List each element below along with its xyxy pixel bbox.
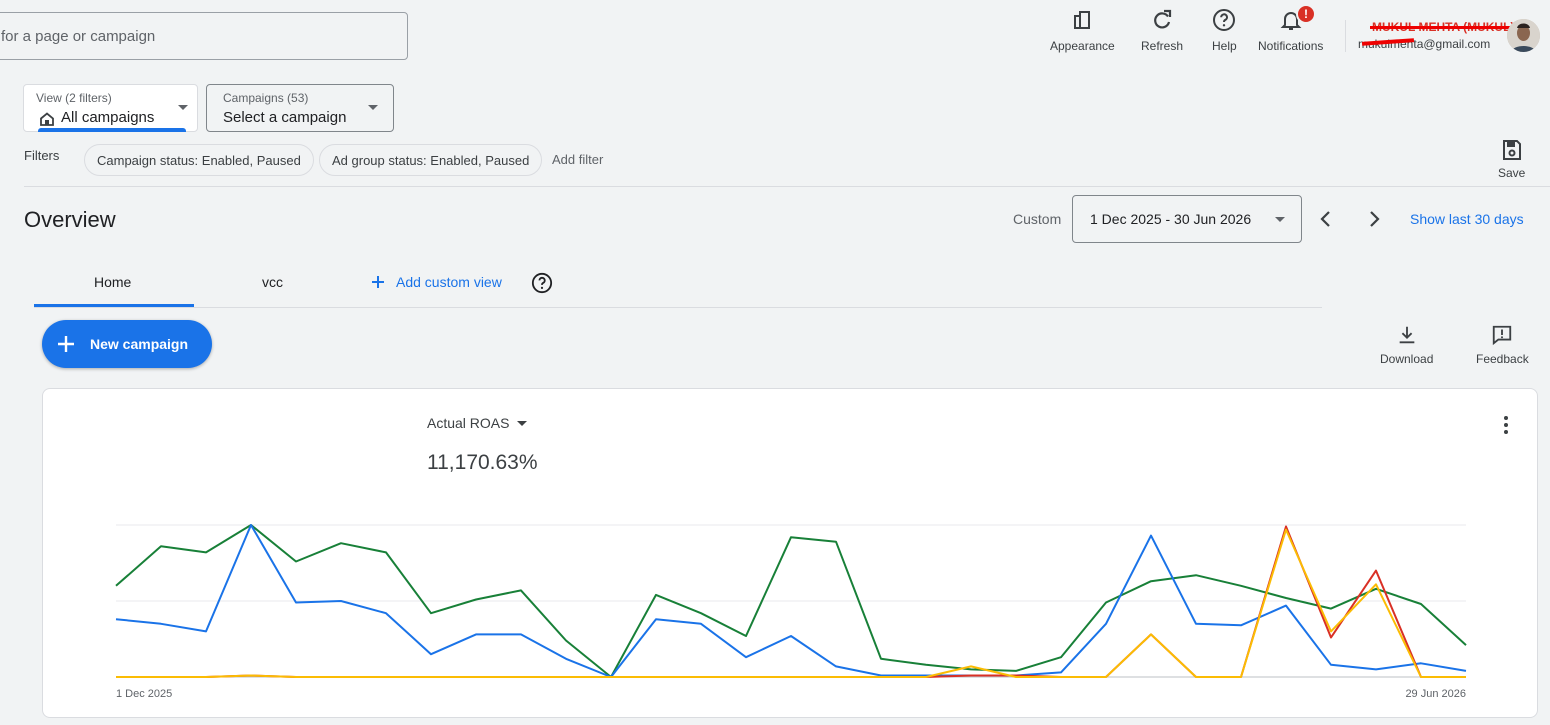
- filters-label: Filters: [24, 148, 60, 163]
- refresh-button[interactable]: Refresh: [1141, 8, 1183, 53]
- appearance-button[interactable]: Appearance: [1050, 8, 1115, 53]
- chevron-down-icon[interactable]: [517, 420, 528, 426]
- help-label: Help: [1212, 39, 1237, 53]
- view-picker[interactable]: View (2 filters) All campaigns: [23, 84, 198, 132]
- avatar[interactable]: [1507, 19, 1540, 52]
- new-campaign-label: New campaign: [90, 336, 189, 352]
- metric-label: Conv. value: [243, 415, 316, 431]
- metric-conv-value[interactable]: Conv. value 5.2m: [227, 389, 411, 506]
- metric-cost[interactable]: Cost RM46.6k: [595, 389, 779, 506]
- plus-icon: [372, 276, 384, 288]
- view-picker-underline: [38, 128, 186, 132]
- download-button[interactable]: Download: [1380, 324, 1433, 366]
- tab-vcc[interactable]: vcc: [262, 274, 283, 290]
- filter-chip-campaign-status[interactable]: Campaign status: Enabled, Paused: [84, 144, 314, 176]
- refresh-icon: [1154, 9, 1172, 29]
- help-icon: [1213, 9, 1236, 31]
- metric-label: Actual ROAS: [427, 415, 510, 431]
- new-campaign-button[interactable]: New campaign: [42, 320, 212, 368]
- page-title: Overview: [24, 207, 116, 232]
- notifications-button[interactable]: Notifications !: [1258, 4, 1324, 53]
- refresh-label: Refresh: [1141, 39, 1184, 53]
- date-range-type-label: Custom: [1013, 211, 1062, 227]
- chevron-down-icon: [178, 105, 188, 110]
- avatar-image: [1507, 19, 1540, 52]
- plus-icon: [58, 336, 74, 352]
- save-icon: [1502, 140, 1521, 160]
- help-button[interactable]: Help: [1212, 8, 1237, 53]
- view-picker-value: All campaigns: [61, 109, 155, 126]
- save-button[interactable]: Save: [1498, 138, 1525, 180]
- download-icon: [1399, 326, 1415, 344]
- appearance-label: Appearance: [1050, 39, 1115, 53]
- filter-chip-ad-group-status[interactable]: Ad group status: Enabled, Paused: [319, 144, 543, 176]
- tabs-divider: [34, 307, 1322, 308]
- line-chart: 1 Dec 2025 29 Jun 2026: [115, 524, 1467, 700]
- feedback-icon: [1493, 325, 1512, 346]
- chevron-down-icon: [1275, 217, 1285, 222]
- date-range-picker[interactable]: 1 Dec 2025 - 30 Jun 2026: [1072, 195, 1302, 243]
- metric-value: 11,170.63%: [427, 451, 538, 474]
- search-input[interactable]: for a page or campaign: [0, 12, 408, 60]
- x-axis-start-label: 1 Dec 2025: [116, 688, 172, 700]
- campaigns-picker-label: Campaigns (53): [223, 91, 309, 105]
- more-vert-icon[interactable]: [1503, 415, 1509, 435]
- date-range-value: 1 Dec 2025 - 30 Jun 2026: [1090, 211, 1252, 227]
- metric-label: Cost: [611, 415, 640, 431]
- filters-divider: [24, 186, 1550, 187]
- x-axis-end-label: 29 Jun 2026: [1405, 688, 1466, 700]
- metric-actual-roas[interactable]: Actual ROAS 11,170.63%: [411, 389, 595, 506]
- search-placeholder: for a page or campaign: [1, 28, 156, 45]
- tab-home[interactable]: Home: [94, 274, 131, 290]
- notification-badge: !: [1296, 4, 1316, 24]
- metric-clicks[interactable]: Clicks 131k: [43, 389, 227, 506]
- next-period-icon[interactable]: [1362, 207, 1386, 231]
- previous-period-icon[interactable]: [1314, 207, 1338, 231]
- add-custom-view-label: Add custom view: [396, 274, 502, 290]
- notifications-label: Notifications: [1258, 39, 1324, 53]
- appearance-icon: [1074, 11, 1091, 29]
- metric-value: 131k: [59, 445, 125, 478]
- chevron-down-icon[interactable]: [104, 420, 115, 426]
- add-custom-view-button[interactable]: Add custom view: [370, 274, 502, 290]
- show-last-30-days-link[interactable]: Show last 30 days: [1410, 211, 1524, 227]
- top-divider: [1345, 20, 1346, 52]
- metric-label: Clicks: [59, 415, 97, 431]
- help-circle-icon[interactable]: [531, 272, 553, 294]
- home-icon: [40, 112, 54, 126]
- campaigns-picker-value: Select a campaign: [223, 109, 347, 126]
- performance-chart-card: Clicks 131k Conv. value 5.2m Actual ROAS…: [42, 388, 1538, 718]
- chevron-down-icon: [368, 105, 378, 110]
- feedback-label: Feedback: [1476, 352, 1529, 366]
- campaigns-picker[interactable]: Campaigns (53) Select a campaign: [206, 84, 394, 132]
- view-picker-label: View (2 filters): [36, 91, 112, 105]
- add-filter-button[interactable]: Add filter: [552, 152, 603, 167]
- download-label: Download: [1380, 352, 1434, 366]
- account-name: MUKUL MEHTA (MUKUL): [1369, 20, 1517, 34]
- feedback-button[interactable]: Feedback: [1476, 324, 1529, 366]
- save-label: Save: [1498, 166, 1526, 180]
- metric-value: RM46.6k: [611, 445, 732, 478]
- chevron-down-icon[interactable]: [323, 420, 334, 426]
- chevron-down-icon[interactable]: [647, 420, 658, 426]
- metric-value: 5.2m: [243, 445, 310, 478]
